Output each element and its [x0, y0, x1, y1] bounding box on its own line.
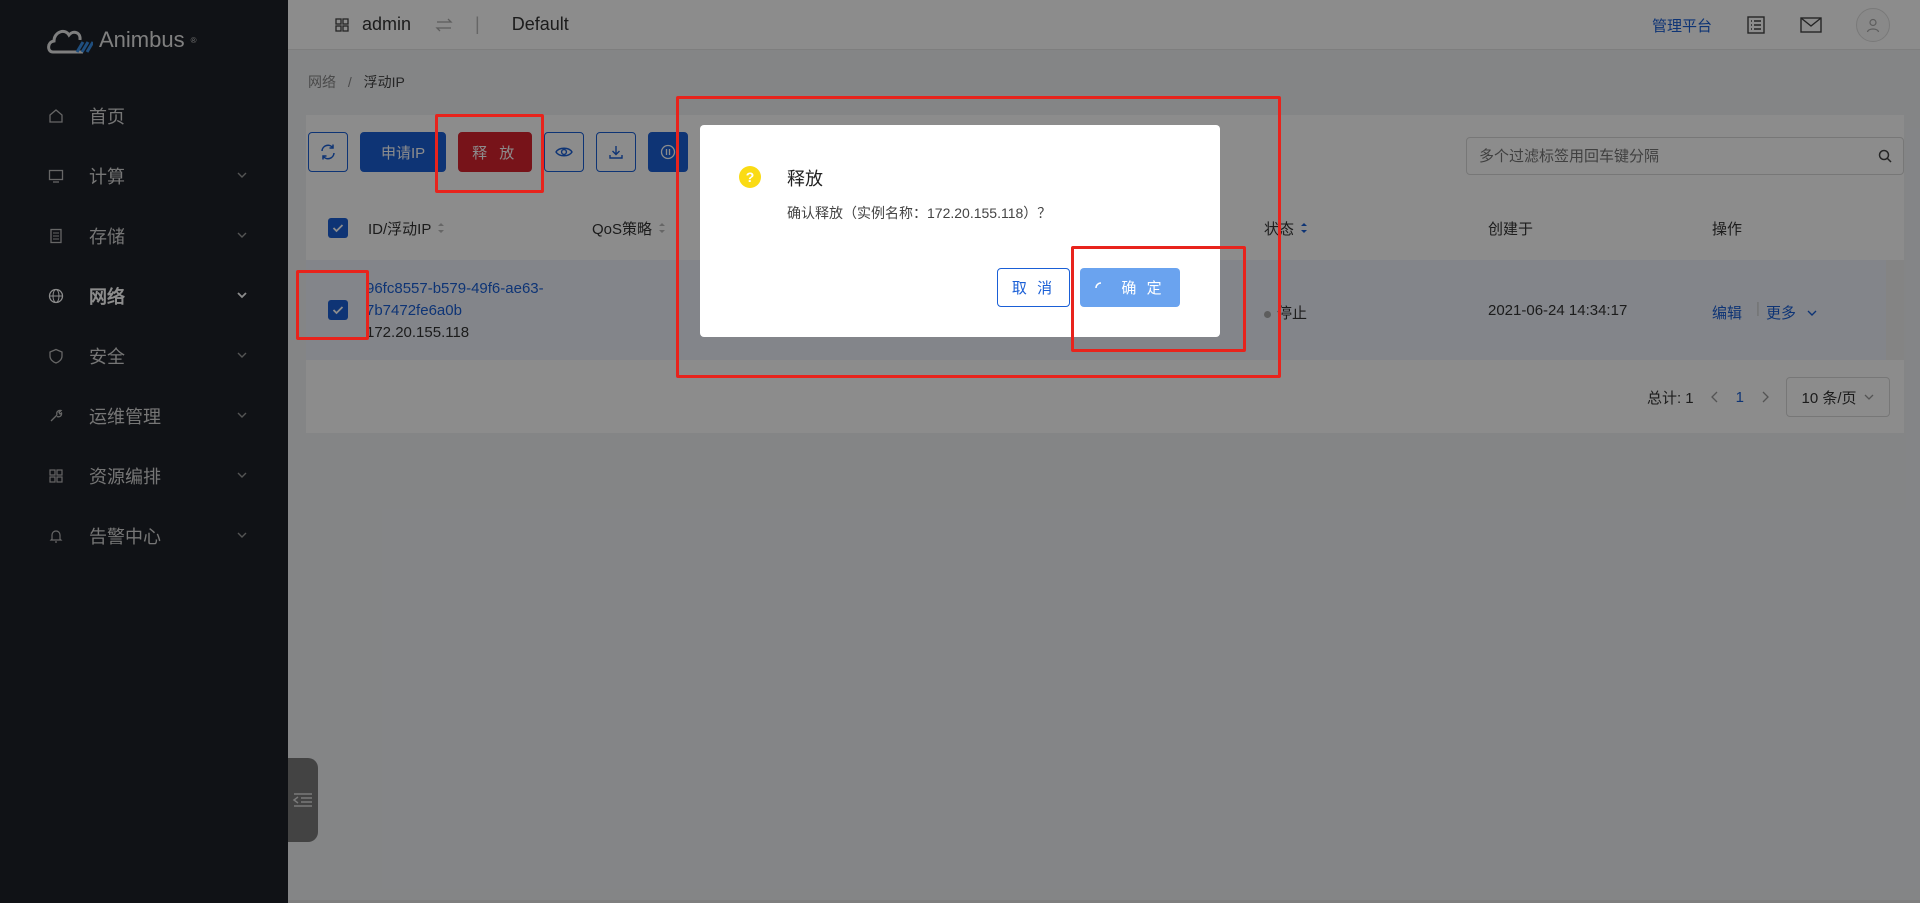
annotation-box-checkbox: [296, 270, 369, 340]
annotation-box-confirm: [1071, 246, 1246, 352]
annotation-box-release: [435, 114, 544, 193]
